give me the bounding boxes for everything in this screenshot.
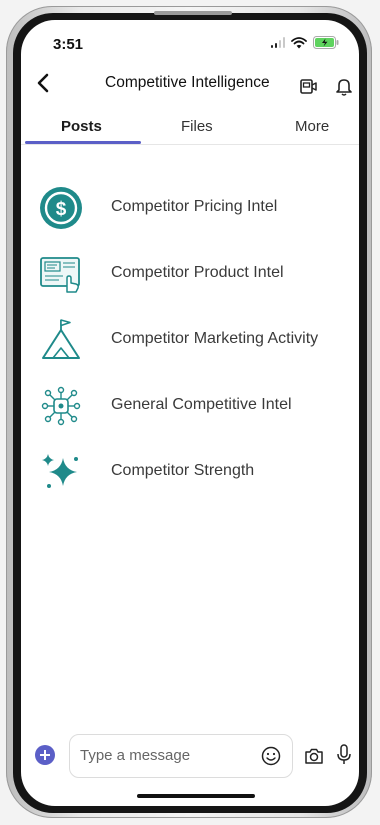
screen: 3:51 Competitive Intelligence Posts File… [21,20,359,806]
tab-more[interactable]: More [295,118,329,135]
active-tab-indicator [25,141,141,144]
status-time: 3:51 [53,36,84,53]
back-arrow-icon[interactable] [31,70,57,96]
status-bar: 3:51 [21,20,359,60]
channel-item-marketing[interactable]: Competitor Marketing Activity [21,312,359,368]
add-attachment-button[interactable] [35,745,55,765]
bell-icon[interactable] [333,75,355,97]
channel-label: Competitor Marketing Activity [111,330,319,347]
message-composer [21,732,359,780]
svg-text:$: $ [56,199,67,220]
channel-item-strength[interactable]: Competitor Strength [21,444,359,500]
mountain-flag-icon [42,319,80,359]
product-screen-icon [40,257,80,293]
status-icons [270,36,340,49]
channel-header: Competitive Intelligence [21,64,359,104]
message-input[interactable] [80,735,240,775]
meet-now-icon[interactable] [297,75,319,97]
page-title: Competitive Intelligence [105,74,270,91]
channel-item-product[interactable]: Competitor Product Intel [21,246,359,302]
signal-icon [270,37,285,48]
tab-bar: Posts Files More [21,112,359,145]
home-indicator [137,794,255,798]
channel-label: General Competitive Intel [111,396,292,413]
speaker-grille [154,11,232,15]
channel-label: Competitor Pricing Intel [111,198,278,215]
battery-charging-icon [313,36,339,49]
tab-posts[interactable]: Posts [61,118,102,135]
emoji-icon[interactable] [260,745,282,767]
camera-icon[interactable] [303,745,325,767]
channel-item-general[interactable]: General Competitive Intel [21,378,359,434]
channel-label: Competitor Product Intel [111,264,284,281]
network-nodes-icon [41,386,81,426]
microphone-icon[interactable] [335,743,353,767]
channel-item-pricing[interactable]: $ Competitor Pricing Intel [21,180,359,236]
message-box [69,734,293,778]
channel-label: Competitor Strength [111,462,255,479]
wifi-icon [291,36,307,48]
dollar-coin-icon: $ [40,187,82,229]
sparkles-icon [42,454,78,488]
tab-files[interactable]: Files [181,118,213,135]
